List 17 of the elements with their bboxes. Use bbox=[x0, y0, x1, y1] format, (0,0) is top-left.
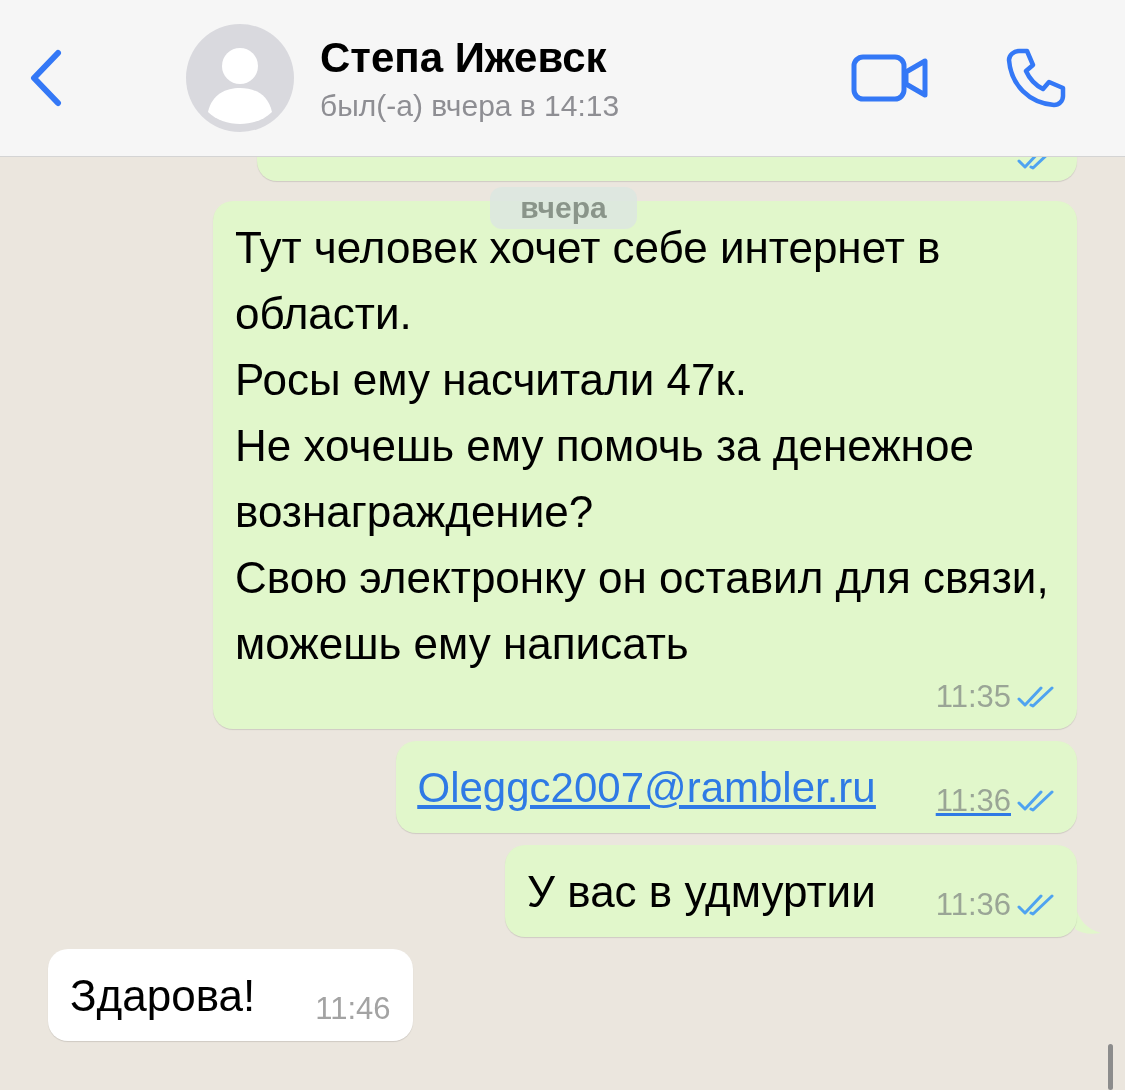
back-icon[interactable] bbox=[28, 49, 64, 107]
message-text: Здарова! bbox=[70, 970, 256, 1022]
message-time: 11:35 bbox=[935, 678, 1011, 716]
video-camera-icon[interactable] bbox=[851, 54, 929, 102]
phone-icon[interactable] bbox=[1005, 47, 1067, 109]
email-link[interactable]: Oleggc2007@rambler.ru bbox=[417, 755, 876, 821]
last-seen-status: был(-а) вчера в 14:13 bbox=[320, 88, 621, 124]
message-bubble[interactable]: Oleggc2007@rambler.ru 11:36 bbox=[395, 741, 1077, 833]
message-bubble[interactable]: Здарова! 11:46 bbox=[48, 949, 413, 1041]
message-time: 11:36 bbox=[935, 782, 1011, 820]
message-time: 11:36 bbox=[935, 886, 1011, 924]
message-bubble[interactable]: У вас в удмуртии 11:36 bbox=[505, 845, 1077, 937]
message-text: У вас в удмуртии bbox=[527, 866, 876, 918]
message-time: 11:46 bbox=[315, 990, 391, 1028]
contact-name[interactable]: Степа Ижевск bbox=[320, 30, 851, 86]
date-separator: вчера bbox=[490, 187, 637, 229]
scrollbar[interactable] bbox=[1108, 1044, 1113, 1090]
